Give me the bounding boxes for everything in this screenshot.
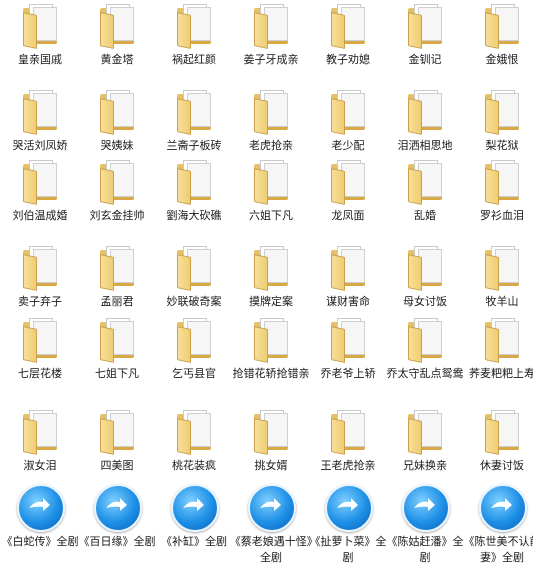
item-label: 《蔡老娘遇十怪》全剧 [229,535,313,564]
item-label: 乱婚 [414,209,436,222]
media-player-icon [402,484,450,532]
item-label: 刘玄金挂帅 [89,209,145,222]
item-label: 泪洒相思地 [397,139,453,152]
item-label: 老虎抢亲 [249,139,293,152]
folder-icon [21,4,61,49]
folder-icon [21,160,61,205]
folder-icon [406,318,446,363]
item-label: 姜子牙成亲 [243,53,299,66]
media-player-icon [479,484,527,532]
item-label: 黄金塔 [100,53,134,66]
item-label: 摸牌定案 [249,295,293,308]
folder-icon [175,410,215,455]
item-label: 乔太守乱点鸳鸯 [386,367,464,380]
folder-icon [406,160,446,205]
folder-icon [175,246,215,291]
item-label: 孟丽君 [100,295,134,308]
media-player-icon [171,484,219,532]
file-icon-grid: 皇亲国戚 黄金塔 祸起红颜 姜子牙成亲 教子劝媳 金钏记 金娥恨哭活刘凤娇 哭姨妹 兰斋子板砖 老… [0,0,533,566]
item-label: 老少配 [331,139,365,152]
folder-icon [252,160,292,205]
media-player-icon [248,484,296,532]
folder-icon [98,246,138,291]
item-label: 金娥恨 [485,53,519,66]
folder-icon [98,160,138,205]
item-label: 谋财害命 [326,295,370,308]
media-player-icon [94,484,142,532]
folder-icon [406,4,446,49]
item-label: 罗衫血泪 [480,209,524,222]
item-label: 《补缸》全剧 [161,535,227,548]
item-label: 兰斋子板砖 [166,139,222,152]
item-label: 《白蛇传》全剧 [1,535,79,548]
item-label: 乞丐县官 [172,367,216,380]
folder-icon [252,4,292,49]
item-label: 六姐下凡 [249,209,293,222]
folder-icon [175,160,215,205]
folder-icon [483,90,523,135]
folder-icon [98,410,138,455]
item-label: 母女讨饭 [403,295,447,308]
item-label: 龙凤面 [331,209,365,222]
item-label: 刘伯温成婚 [12,209,68,222]
folder-icon [329,160,369,205]
folder-icon [252,90,292,135]
folder-icon [329,4,369,49]
media-player-icon [325,484,373,532]
folder-icon [252,410,292,455]
item-label: 挑女婿 [254,459,288,472]
item-label: 劉海大砍礁 [166,209,222,222]
folder-icon [175,4,215,49]
folder-icon [483,4,523,49]
folder-icon [329,90,369,135]
folder-icon [483,160,523,205]
item-label: 祸起红颜 [172,53,216,66]
folder-icon [98,318,138,363]
folder-icon [483,246,523,291]
item-label: 《陈世美不认前妻》全剧 [463,535,533,564]
item-label: 兄妹换亲 [403,459,447,472]
item-label: 七层花楼 [18,367,62,380]
item-label: 《百日缘》全剧 [78,535,156,548]
folder-icon [406,90,446,135]
item-label: 牧羊山 [485,295,519,308]
folder-icon [98,4,138,49]
item-label: 桃花装疯 [172,459,216,472]
item-label: 卖子弃子 [18,295,62,308]
item-label: 《陈姑赶潘》全剧 [386,535,464,564]
item-label: 四美图 [100,459,134,472]
item-label: 妙联破奇案 [166,295,222,308]
item-label: 教子劝媳 [326,53,370,66]
item-label: 《扯萝卜菜》全剧 [309,535,387,564]
item-label: 荞麦粑粑上寿 [469,367,533,380]
folder-icon [483,318,523,363]
item-label: 梨花狱 [485,139,519,152]
item-label: 七姐下凡 [95,367,139,380]
item-label: 淑女泪 [23,459,57,472]
media-player-icon [17,484,65,532]
folder-icon [175,90,215,135]
folder-icon [175,318,215,363]
item-label: 金钏记 [408,53,442,66]
folder-icon [252,318,292,363]
folder-icon [21,318,61,363]
folder-icon [329,246,369,291]
folder-icon [252,246,292,291]
item-label: 休妻讨饭 [480,459,524,472]
item-label: 皇亲国戚 [18,53,62,66]
folder-icon [483,410,523,455]
item-label: 哭活刘凤娇 [12,139,68,152]
item-label: 哭姨妹 [100,139,134,152]
item-label: 抢错花轿抢错亲 [232,367,310,380]
folder-icon [329,410,369,455]
folder-icon [21,90,61,135]
folder-icon [406,246,446,291]
folder-icon [406,410,446,455]
folder-icon [98,90,138,135]
folder-icon [329,318,369,363]
folder-icon [21,246,61,291]
item-label: 王老虎抢亲 [320,459,376,472]
folder-icon [21,410,61,455]
item-label: 乔老爷上轿 [320,367,376,380]
